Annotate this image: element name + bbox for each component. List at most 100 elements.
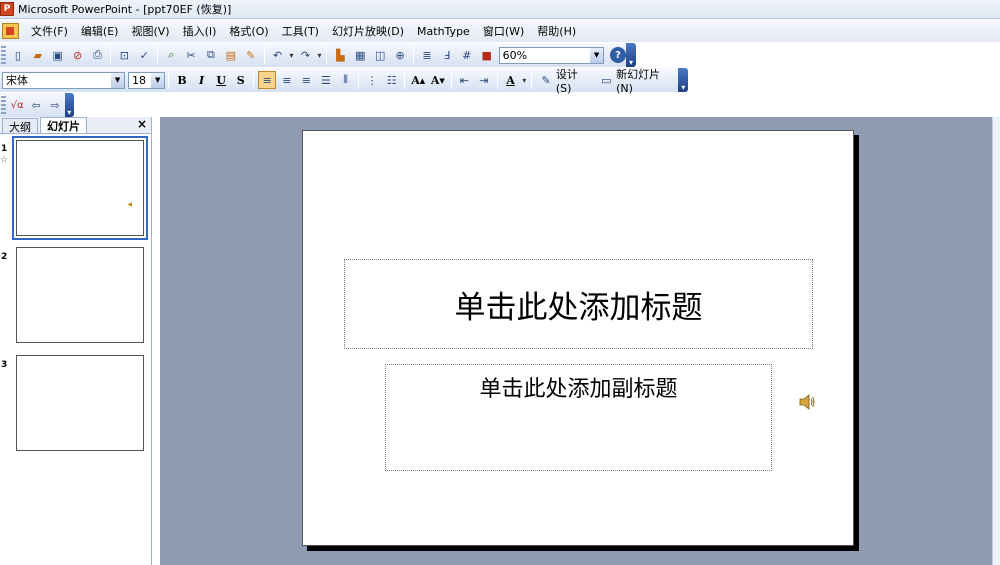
tab-slides[interactable]: 幻灯片 [40, 117, 87, 133]
zoom-combobox[interactable]: 60% ▼ [498, 46, 605, 64]
toolbar-options-icon[interactable]: ▾ [626, 43, 636, 67]
toolbar-grip[interactable] [1, 46, 6, 64]
hyperlink-icon[interactable]: ⊕ [391, 46, 409, 64]
tab-outline[interactable]: 大纲 [2, 118, 38, 134]
close-icon[interactable]: × [137, 117, 147, 131]
permission-icon[interactable]: ⊘ [69, 46, 87, 64]
shadow-button[interactable]: S [232, 71, 250, 89]
open-icon[interactable]: ▰ [29, 46, 47, 64]
help-icon[interactable]: ? [610, 47, 626, 63]
sound-icon[interactable] [798, 393, 816, 411]
chevron-down-icon[interactable]: ▼ [151, 72, 165, 88]
mathtype-insert-icon[interactable]: √α [9, 96, 26, 114]
separator [450, 71, 452, 89]
menu-mathtype[interactable]: MathType [416, 23, 471, 40]
italic-button[interactable]: I [193, 71, 211, 89]
slides-pane: 大纲 幻灯片 × 1 ☆ ◀ 2 3 [0, 117, 152, 565]
title-placeholder[interactable]: 单击此处添加标题 [344, 259, 813, 349]
undo-icon[interactable]: ↶ [269, 46, 287, 64]
separator [157, 46, 159, 64]
new-slide-icon: ▭ [601, 73, 612, 87]
subtitle-placeholder[interactable]: 单击此处添加副标题 [385, 364, 772, 471]
font-size-combobox[interactable]: 18 ▼ [128, 71, 166, 89]
menu-file[interactable]: 文件(F) [30, 21, 69, 41]
font-name-combobox[interactable]: 宋体 ▼ [2, 71, 126, 89]
redo-icon[interactable]: ↷ [297, 46, 315, 64]
menu-tools[interactable]: 工具(T) [281, 21, 320, 41]
save-icon[interactable]: ▣ [49, 46, 67, 64]
print-preview-icon[interactable]: ⊡ [115, 46, 133, 64]
format-painter-icon[interactable]: ✎ [242, 46, 260, 64]
separator [168, 71, 170, 89]
separator [413, 46, 415, 64]
undo-dropdown-icon[interactable]: ▾ [290, 51, 294, 60]
toolbar-options-icon[interactable]: ▾ [678, 68, 689, 92]
paste-icon[interactable]: ▤ [222, 46, 240, 64]
separator [496, 71, 498, 89]
redo-dropdown-icon[interactable]: ▾ [317, 51, 321, 60]
slide-number-2: 2 [1, 252, 8, 262]
copy-icon[interactable]: ⧉ [202, 46, 220, 64]
grid-icon[interactable]: # [458, 46, 476, 64]
arrow-left-icon[interactable]: ⇦ [28, 96, 45, 114]
bullets-icon[interactable]: ☷ [383, 71, 401, 89]
chevron-down-icon[interactable]: ▼ [590, 47, 604, 63]
expand-all-icon[interactable]: ≣ [418, 46, 436, 64]
menu-slideshow[interactable]: 幻灯片放映(D) [331, 21, 405, 41]
tables-borders-icon[interactable]: ◫ [371, 46, 389, 64]
color-grayscale-icon[interactable]: ■ [478, 46, 496, 64]
menu-edit[interactable]: 编辑(E) [80, 21, 120, 41]
vertical-scrollbar[interactable] [992, 117, 1000, 565]
new-slide-button[interactable]: ▭ 新幻灯片(N) [598, 66, 675, 95]
research-icon[interactable]: ⌕ [162, 46, 180, 64]
insert-table-icon[interactable]: ▦ [351, 46, 369, 64]
menu-format[interactable]: 格式(O) [228, 21, 269, 41]
pane-tabs: 大纲 幻灯片 × [0, 117, 151, 134]
insert-chart-icon[interactable]: ▙ [331, 46, 349, 64]
increase-font-size-icon[interactable]: A ▲ [409, 71, 427, 89]
menu-help[interactable]: 帮助(H) [536, 21, 577, 41]
formatting-toolbar: 宋体 ▼ 18 ▼ B I U S ≡ ≡ ≡ ☰ ⫴ ⋮ ☷ A ▲ A ▼ ⇤ … [0, 66, 689, 95]
slide-thumbnail-3[interactable] [16, 355, 144, 451]
align-right-icon[interactable]: ≡ [298, 71, 316, 89]
slide-thumbnail-1[interactable]: ◀ [12, 136, 148, 240]
slide-canvas[interactable]: 单击此处添加标题 单击此处添加副标题 [302, 130, 854, 546]
font-name-value: 宋体 [6, 74, 28, 87]
toolbar-options-icon[interactable]: ▾ [64, 93, 74, 117]
menu-view[interactable]: 视图(V) [130, 21, 170, 41]
align-center-icon[interactable]: ≡ [278, 71, 296, 89]
separator [326, 46, 328, 64]
show-formatting-icon[interactable]: Ⅎ [438, 46, 456, 64]
document-control-icon[interactable] [2, 23, 19, 39]
underline-button[interactable]: U [212, 71, 230, 89]
slide-editing-area: 单击此处添加标题 单击此处添加副标题 [160, 117, 992, 565]
menu-bar: 文件(F) 编辑(E) 视图(V) 插入(I) 格式(O) 工具(T) 幻灯片放… [0, 20, 1000, 42]
design-button[interactable]: ✎ 设计(S) [538, 66, 592, 95]
toolbar-grip[interactable] [1, 96, 6, 114]
arrow-right-icon[interactable]: ⇨ [47, 96, 64, 114]
increase-indent-icon[interactable]: ⇥ [475, 71, 493, 89]
new-slide-label: 新幻灯片(N) [616, 67, 661, 95]
align-left-icon[interactable]: ≡ [258, 71, 277, 89]
font-color-icon[interactable]: A [502, 71, 520, 89]
new-icon[interactable]: ▯ [9, 46, 27, 64]
slide-thumbnail-2[interactable] [16, 247, 144, 343]
powerpoint-app-icon[interactable]: P [0, 2, 14, 16]
numbering-icon[interactable]: ⋮ [363, 71, 381, 89]
justify-icon[interactable]: ☰ [317, 71, 335, 89]
distribute-icon[interactable]: ⫴ [337, 71, 355, 89]
spelling-icon[interactable]: ✓ [135, 46, 153, 64]
mathtype-toolbar: √α ⇦ ⇨ ▾ [0, 93, 74, 117]
menu-window[interactable]: 窗口(W) [482, 21, 525, 41]
slide-number-3: 3 [1, 360, 8, 370]
menu-insert[interactable]: 插入(I) [182, 21, 218, 41]
separator [263, 46, 265, 64]
cut-icon[interactable]: ✂ [182, 46, 200, 64]
decrease-indent-icon[interactable]: ⇤ [456, 71, 474, 89]
bold-button[interactable]: B [173, 71, 191, 89]
separator [110, 46, 112, 64]
print-icon[interactable]: ⎙ [89, 46, 107, 64]
decrease-font-size-icon[interactable]: A ▼ [429, 71, 447, 89]
font-color-dropdown-icon[interactable]: ▾ [522, 76, 526, 85]
chevron-down-icon[interactable]: ▼ [111, 72, 125, 88]
